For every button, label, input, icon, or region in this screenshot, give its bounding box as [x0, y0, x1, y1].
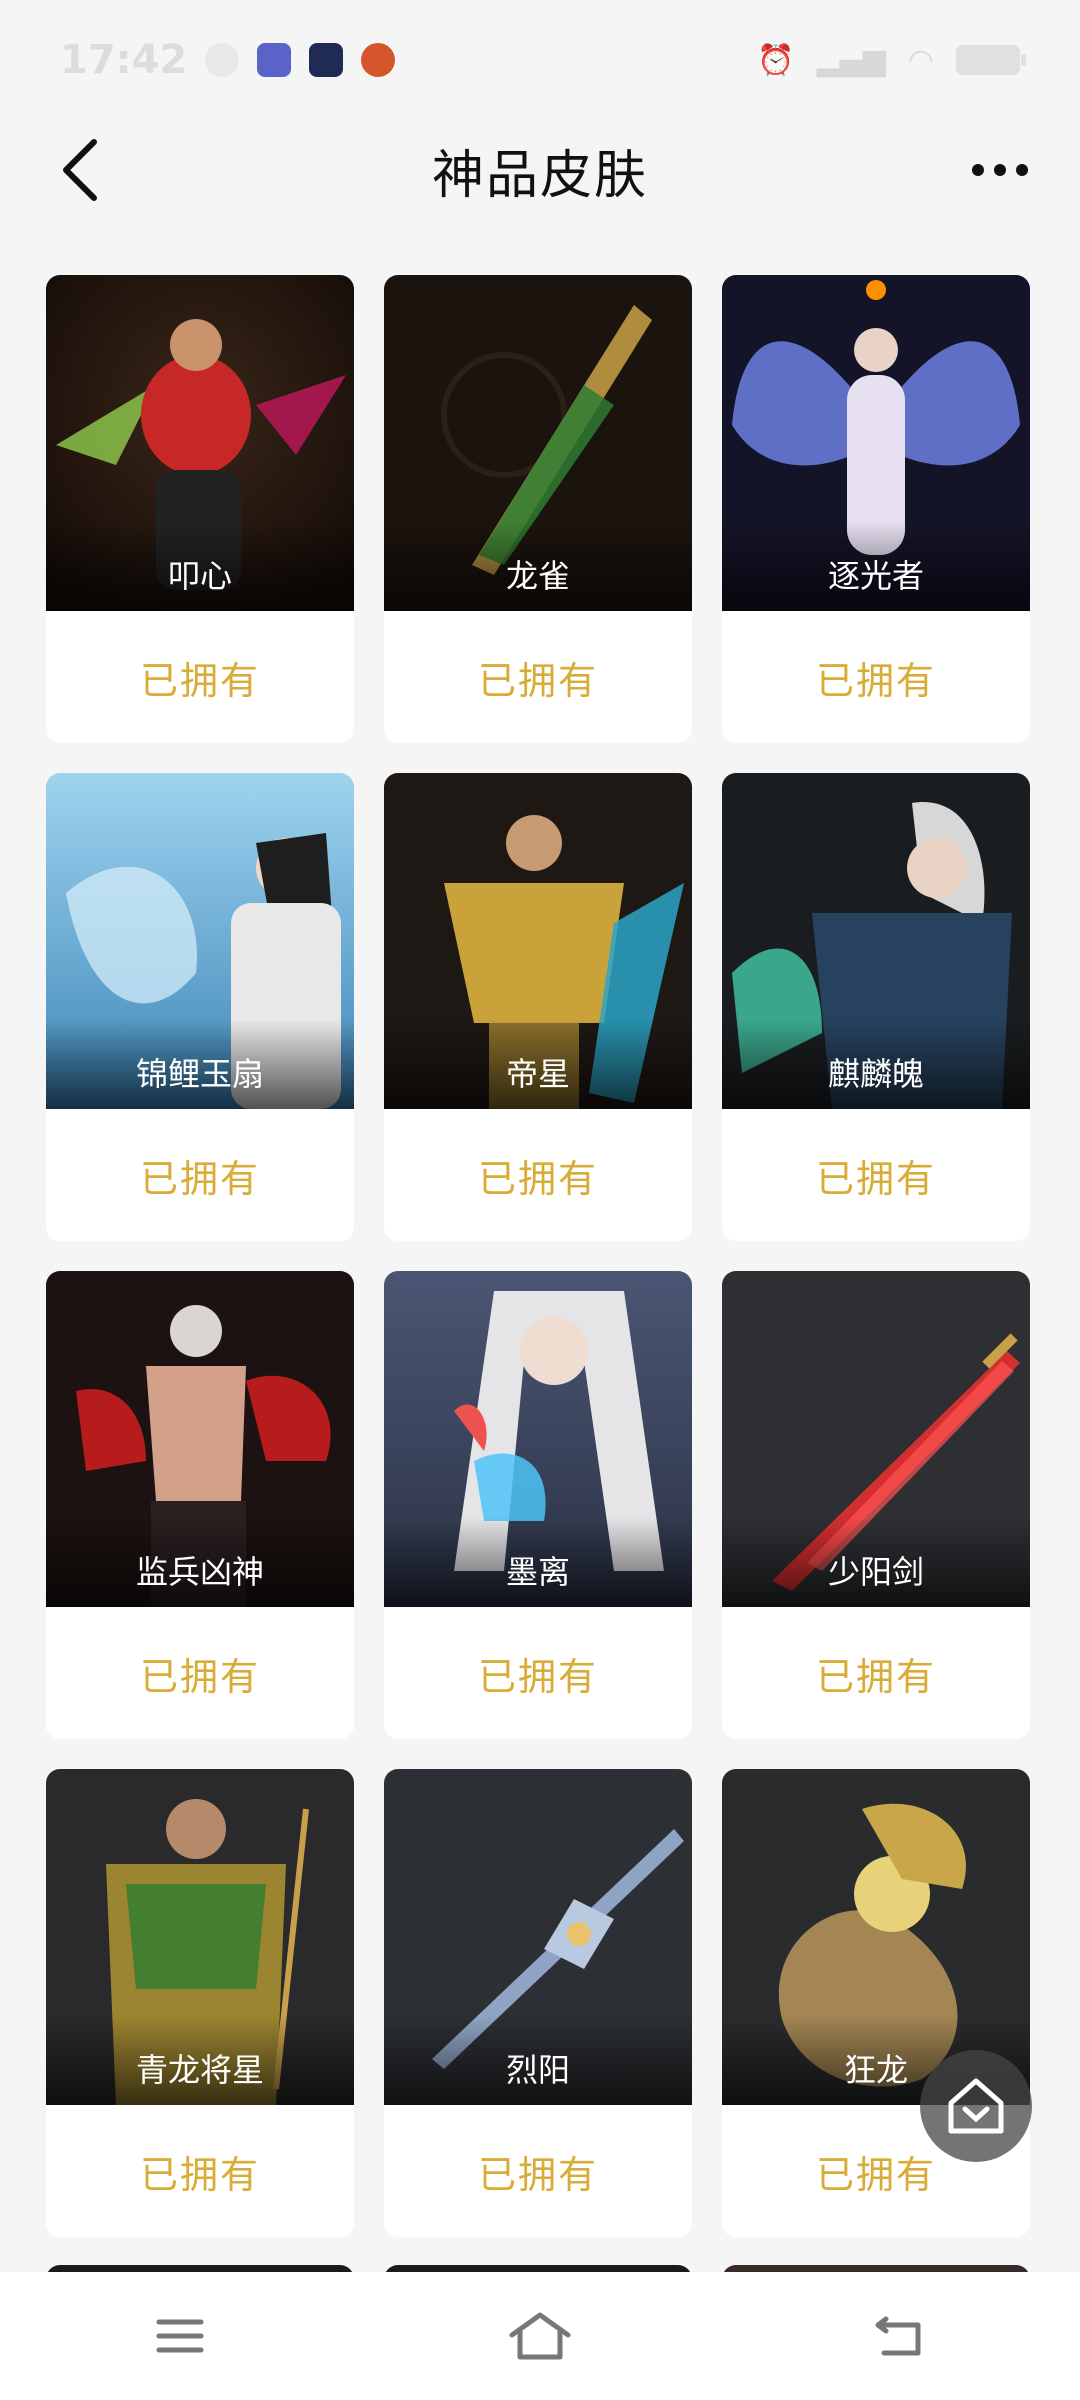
owned-label: 已拥有 [815, 1156, 936, 1201]
skin-name: 龙雀 [384, 521, 692, 611]
signal-icon: ▂▄▆ [816, 42, 886, 78]
status-left: 17:42 [60, 37, 396, 83]
skin-name: 烈阳 [384, 2015, 692, 2105]
notification-app-icon [205, 43, 240, 77]
skin-card[interactable]: 叩心 已拥有 [46, 275, 354, 743]
skin-card[interactable]: 监兵凶神 已拥有 [46, 1271, 354, 1739]
owned-label: 已拥有 [139, 1654, 260, 1699]
skin-thumbnail: 墨离 [384, 1271, 692, 1607]
skin-card[interactable]: 烈阳 已拥有 [384, 1769, 692, 2237]
skin-card[interactable]: 逐光者 已拥有 [722, 275, 1030, 743]
status-right: ⏰ ▂▄▆ ◠ [757, 42, 1026, 78]
skin-name: 少阳剑 [722, 1517, 1030, 1607]
skin-card[interactable]: 帝星 已拥有 [384, 773, 692, 1241]
skin-card[interactable]: 狂龙 已拥有 [722, 1769, 1030, 2237]
owned-label: 已拥有 [139, 2152, 260, 2197]
more-dots-icon [972, 164, 984, 176]
header: 神品皮肤 [0, 120, 1080, 220]
skin-thumbnail: 青龙将星 [46, 1769, 354, 2105]
owned-label: 已拥有 [477, 1156, 598, 1201]
skin-name: 叩心 [46, 521, 354, 611]
status-time: 17:42 [60, 37, 188, 83]
skin-name: 帝星 [384, 1019, 692, 1109]
back-arrow-icon [63, 139, 97, 201]
wifi-icon: ◠ [907, 42, 934, 78]
owned-label: 已拥有 [477, 1654, 598, 1699]
skin-thumbnail: 逐光者 [722, 275, 1030, 611]
nav-menu-button[interactable] [120, 2286, 240, 2386]
skin-card[interactable]: 锦鲤玉扇 已拥有 [46, 773, 354, 1241]
back-icon [875, 2316, 921, 2356]
skin-name: 监兵凶神 [46, 1517, 354, 1607]
floating-home-button[interactable] [920, 2050, 1032, 2162]
owned-label: 已拥有 [477, 2152, 598, 2197]
skin-thumbnail: 烈阳 [384, 1769, 692, 2105]
menu-icon [156, 2319, 204, 2353]
page-title: 神品皮肤 [431, 145, 648, 206]
notification-app-icon [309, 43, 344, 77]
skin-thumbnail: 麒麟魄 [722, 773, 1030, 1109]
status-bar: 17:42 ⏰ ▂▄▆ ◠ [0, 0, 1080, 120]
skin-card[interactable]: 龙雀 已拥有 [384, 275, 692, 743]
skin-card[interactable]: 青龙将星 已拥有 [46, 1769, 354, 2237]
owned-label: 已拥有 [815, 1654, 936, 1699]
skin-name: 锦鲤玉扇 [46, 1019, 354, 1109]
skin-card[interactable]: 麒麟魄 已拥有 [722, 773, 1030, 1241]
skin-name: 逐光者 [722, 521, 1030, 611]
skin-thumbnail: 帝星 [384, 773, 692, 1109]
skin-thumbnail: 叩心 [46, 275, 354, 611]
nav-back-button[interactable] [840, 2286, 960, 2386]
home-icon [509, 2312, 571, 2360]
notification-app-icon [257, 43, 292, 77]
notification-app-icon [361, 43, 396, 77]
alarm-icon: ⏰ [757, 42, 795, 78]
more-button[interactable] [960, 130, 1040, 210]
skin-thumbnail: 少阳剑 [722, 1271, 1030, 1607]
skin-thumbnail: 锦鲤玉扇 [46, 773, 354, 1109]
system-navigation-bar [0, 2272, 1080, 2400]
skin-card[interactable]: 墨离 已拥有 [384, 1271, 692, 1739]
nav-home-button[interactable] [480, 2286, 600, 2386]
battery-icon [956, 45, 1026, 75]
skin-name: 墨离 [384, 1517, 692, 1607]
skin-name: 青龙将星 [46, 2015, 354, 2105]
back-button[interactable] [40, 130, 120, 210]
home-icon [948, 2078, 1004, 2134]
skin-card[interactable]: 少阳剑 已拥有 [722, 1271, 1030, 1739]
skin-thumbnail: 龙雀 [384, 275, 692, 611]
owned-label: 已拥有 [477, 658, 598, 703]
owned-label: 已拥有 [139, 658, 260, 703]
owned-label: 已拥有 [815, 658, 936, 703]
skin-name: 麒麟魄 [722, 1019, 1030, 1109]
skin-thumbnail: 监兵凶神 [46, 1271, 354, 1607]
skin-grid: 叩心 已拥有 龙雀 已拥有 逐光者 已拥有 锦鲤玉扇 已拥有 帝星 已拥有 麒麟… [46, 275, 1030, 2237]
owned-label: 已拥有 [139, 1156, 260, 1201]
